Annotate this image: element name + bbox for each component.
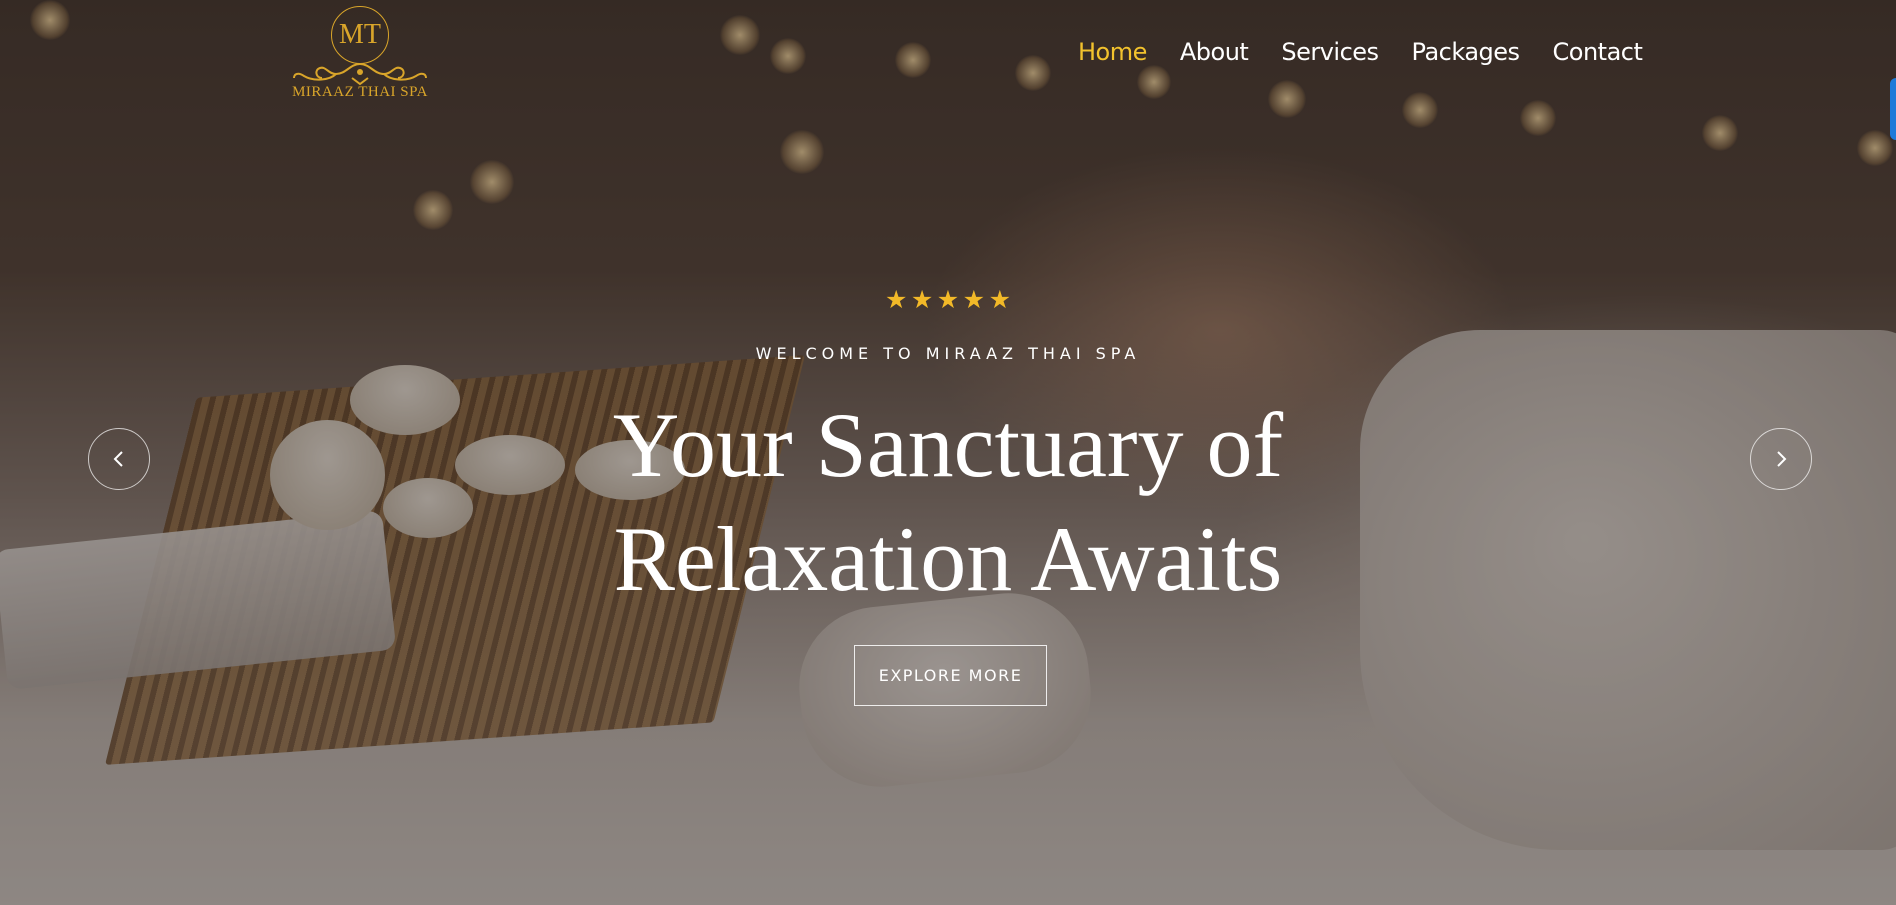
star-icon: ★	[910, 286, 934, 314]
slider-prev-button[interactable]	[88, 428, 150, 490]
star-icon: ★	[885, 286, 908, 314]
explore-more-button[interactable]: EXPLORE MORE	[854, 645, 1047, 706]
headline-line-2: Relaxation Awaits	[613, 508, 1283, 610]
slider-next-button[interactable]	[1750, 428, 1812, 490]
nav-about[interactable]: About	[1180, 38, 1249, 66]
nav-home[interactable]: Home	[1078, 38, 1147, 66]
hero-eyebrow: WELCOME TO MIRAAZ THAI SPA	[755, 344, 1141, 363]
hero-headline: Your Sanctuary of Relaxation Awaits	[0, 388, 1896, 616]
logo-wordmark: MIRAAZ THAI SPA	[292, 84, 428, 100]
nav-contact[interactable]: Contact	[1553, 38, 1643, 66]
rating-stars: ★ ★ ★ ★ ★	[885, 285, 1011, 315]
chevron-right-icon	[1777, 451, 1787, 467]
chevron-left-icon	[113, 451, 123, 467]
nav-services[interactable]: Services	[1281, 38, 1379, 66]
site-logo[interactable]: MT MIRAAZ THAI SPA	[288, 6, 432, 116]
side-widget-tab[interactable]	[1890, 78, 1896, 140]
logo-monogram: MT	[331, 6, 389, 64]
star-icon: ★	[988, 286, 1011, 314]
headline-line-1: Your Sanctuary of	[612, 394, 1284, 496]
main-nav: Home About Services Packages Contact	[1078, 38, 1643, 66]
star-icon: ★	[962, 286, 986, 314]
ornament-icon	[293, 63, 427, 86]
nav-packages[interactable]: Packages	[1412, 38, 1520, 66]
star-icon: ★	[936, 286, 960, 314]
hero-slider: MT MIRAAZ THAI SPA Home About Services P…	[0, 0, 1896, 905]
